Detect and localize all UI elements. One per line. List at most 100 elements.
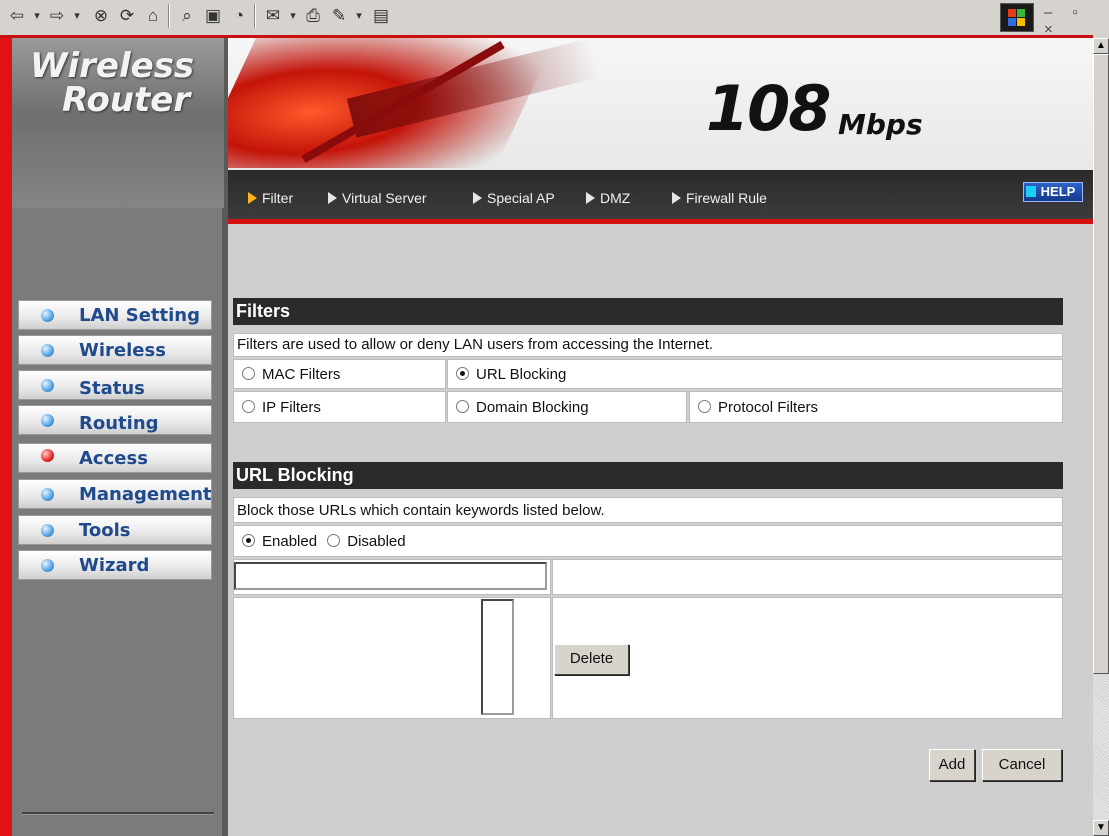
bullet-icon [41, 379, 54, 392]
stop-icon[interactable]: ⊗ [90, 6, 112, 26]
sidebar-item-status[interactable]: Status [18, 370, 212, 400]
refresh-icon[interactable]: ⟳ [116, 6, 138, 26]
keyword-empty-cell [552, 559, 1063, 595]
bullet-icon [41, 488, 54, 501]
bullet-icon [41, 414, 54, 427]
windows-logo-icon [1000, 3, 1034, 32]
speed-unit: Mbps [838, 108, 923, 141]
mac-filters-option[interactable]: MAC Filters [233, 359, 446, 389]
url-blocking-option[interactable]: URL Blocking [447, 359, 1063, 389]
filters-header: Filters [233, 298, 1063, 325]
forward-icon[interactable]: ⇨ [46, 6, 68, 26]
search-icon[interactable]: ⌕ [176, 6, 198, 26]
edit-icon[interactable]: ✎ [328, 6, 350, 26]
sidebar-item-wireless[interactable]: Wireless [18, 335, 212, 365]
domain-blocking-option[interactable]: Domain Blocking [447, 391, 687, 423]
sidebar-item-label: Management [79, 484, 212, 505]
tab-filter[interactable]: Filter [248, 190, 293, 206]
tab-bar: Filter Virtual Server Special AP DMZ Fir… [228, 170, 1093, 222]
help-label: HELP [1040, 184, 1076, 199]
sidebar-item-tools[interactable]: Tools [18, 515, 212, 545]
keyword-list[interactable] [481, 599, 514, 715]
history-icon[interactable]: ◔ [228, 6, 250, 26]
radio-selected-icon[interactable] [456, 367, 469, 380]
sidebar-bottom-divider [22, 812, 214, 815]
option-label: Protocol Filters [718, 399, 819, 416]
sidebar-item-lan-setting[interactable]: LAN Setting [18, 300, 212, 330]
cancel-button[interactable]: Cancel [982, 749, 1062, 781]
sidebar-item-wizard[interactable]: Wizard [18, 550, 212, 580]
filters-description: Filters are used to allow or deny LAN us… [233, 333, 1063, 357]
toolbar-separator [168, 4, 170, 28]
arrow-right-icon [586, 192, 595, 204]
speed-value: 108 [706, 72, 831, 145]
enabled-label[interactable]: Enabled [262, 533, 317, 550]
delete-button[interactable]: Delete [554, 644, 629, 675]
vertical-scrollbar[interactable]: ▲ ▼ [1093, 38, 1109, 836]
disabled-label[interactable]: Disabled [347, 533, 405, 550]
tab-label: Filter [262, 190, 294, 206]
tab-firewall-rule[interactable]: Firewall Rule [672, 190, 767, 206]
radio-icon[interactable] [698, 400, 711, 413]
bullet-icon [41, 309, 54, 322]
bullet-icon [41, 559, 54, 572]
arrow-right-icon [672, 192, 681, 204]
logo-line-2: Router [62, 80, 191, 120]
enable-toggle-row: Enabled Disabled [233, 525, 1063, 557]
mail-icon[interactable]: ✉ [262, 6, 284, 26]
sidebar-item-label: Status [79, 378, 145, 399]
url-blocking-header: URL Blocking [233, 462, 1063, 489]
banner: 108 Mbps [228, 38, 1093, 170]
radio-selected-icon[interactable] [242, 534, 255, 547]
radio-icon[interactable] [242, 400, 255, 413]
ip-filters-option[interactable]: IP Filters [233, 391, 446, 423]
sidebar-item-label: Wizard [79, 555, 150, 576]
help-icon [1026, 186, 1036, 197]
discuss-icon[interactable]: ▤ [370, 6, 392, 26]
product-logo: Wireless Router [12, 38, 224, 208]
forward-dropdown-icon[interactable]: ▾ [70, 6, 84, 26]
tab-label: Firewall Rule [686, 190, 767, 206]
sidebar-item-routing[interactable]: Routing [18, 405, 212, 435]
sidebar-item-management[interactable]: Management [18, 479, 212, 509]
radio-icon[interactable] [242, 367, 255, 380]
toolbar-separator [254, 4, 256, 28]
sidebar-item-label: Access [79, 448, 148, 469]
protocol-filters-option[interactable]: Protocol Filters [689, 391, 1063, 423]
tab-virtual-server[interactable]: Virtual Server [328, 190, 427, 206]
sidebar-item-label: Routing [79, 413, 159, 434]
bullet-icon [41, 524, 54, 537]
arrow-right-icon [328, 192, 337, 204]
url-blocking-description: Block those URLs which contain keywords … [233, 497, 1063, 523]
scroll-up-icon[interactable]: ▲ [1093, 38, 1109, 54]
window-controls[interactable]: – ▫ × [1044, 4, 1109, 38]
scroll-thumb[interactable] [1093, 54, 1109, 674]
back-dropdown-icon[interactable]: ▾ [30, 6, 44, 26]
back-icon[interactable]: ⇦ [6, 6, 28, 26]
option-label: IP Filters [262, 399, 321, 416]
option-label: Domain Blocking [476, 399, 589, 416]
add-button[interactable]: Add [929, 749, 975, 781]
option-label: MAC Filters [262, 366, 341, 383]
edit-dropdown-icon[interactable]: ▾ [352, 6, 366, 26]
mail-dropdown-icon[interactable]: ▾ [286, 6, 300, 26]
tab-label: DMZ [600, 190, 631, 206]
home-icon[interactable]: ⌂ [142, 6, 164, 26]
keyword-input[interactable] [234, 562, 547, 590]
scroll-down-icon[interactable]: ▼ [1093, 820, 1109, 836]
arrow-right-icon [473, 192, 482, 204]
help-button[interactable]: HELP [1023, 182, 1083, 202]
tab-dmz[interactable]: DMZ [586, 190, 630, 206]
sidebar-item-label: Tools [79, 520, 131, 541]
print-icon[interactable]: ⎙ [302, 6, 324, 26]
tab-label: Special AP [487, 190, 555, 206]
sidebar-item-access[interactable]: Access [18, 443, 212, 473]
favorites-icon[interactable]: ▣ [202, 6, 224, 26]
radio-icon[interactable] [327, 534, 341, 547]
arrow-right-icon [248, 192, 257, 204]
radio-icon[interactable] [456, 400, 469, 413]
tab-label: Virtual Server [342, 190, 427, 206]
option-label: URL Blocking [476, 366, 567, 383]
tab-special-ap[interactable]: Special AP [473, 190, 555, 206]
sidebar-item-label: LAN Setting [79, 305, 200, 326]
